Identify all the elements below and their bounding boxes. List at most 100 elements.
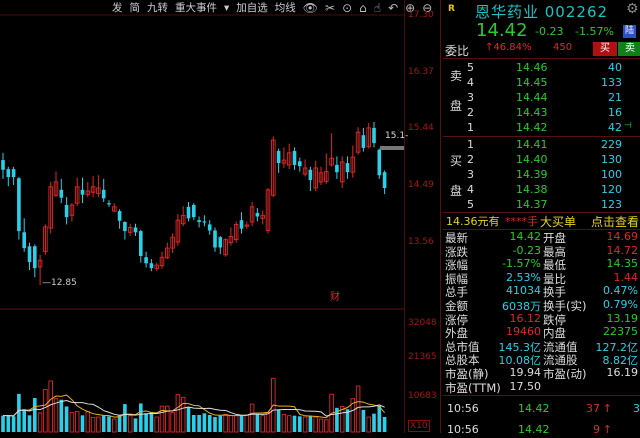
up-arrow-icon: ↑ (602, 423, 612, 436)
candle-body (133, 227, 138, 233)
volume-bar (170, 412, 175, 433)
volume-bar (33, 397, 37, 432)
volume-bar (117, 415, 122, 432)
stat-value: -0.23 (512, 243, 541, 257)
sell-level-row: 1 14.42 42 (443, 121, 640, 136)
candle-body (123, 221, 127, 232)
volume-bar (85, 411, 91, 433)
level-number: 2 (467, 106, 474, 119)
buy-level-row: 4 14.38 120 (443, 183, 640, 198)
candle-body (149, 263, 154, 269)
level-price: 14.40 (516, 153, 548, 166)
level-volume: 21 (608, 91, 622, 104)
level-price: 14.37 (516, 198, 548, 211)
tick-extra: 3 (633, 402, 640, 415)
price-change-pct: -1.57% (575, 25, 614, 38)
volume-bar (175, 394, 181, 433)
volume-axis-label: 32048 (408, 318, 437, 328)
level-volume: 120 (601, 183, 622, 196)
volume-bar (286, 415, 292, 433)
high-price-label: 15.1- (385, 131, 409, 141)
volume-bar (6, 415, 11, 432)
level-number: 5 (467, 198, 474, 211)
volume-bar (1, 415, 5, 432)
buy-button[interactable]: 买 (593, 42, 617, 56)
candle-body (372, 127, 376, 144)
stat-value: 19460 (506, 325, 541, 339)
candle-body (192, 204, 196, 218)
tick-volume: 37 (586, 402, 600, 415)
candle-body (27, 246, 32, 263)
axis-divider (404, 0, 405, 433)
level-price: 14.44 (516, 91, 548, 104)
stat-value: 13.19 (606, 311, 639, 325)
volume-bar (361, 409, 366, 432)
volume-bar (233, 415, 239, 433)
r-mark: R (448, 4, 455, 14)
current-level-marker-icon: ⊣ (624, 121, 632, 131)
stock-title: 恩华药业 002262 (475, 3, 609, 21)
candle-body (144, 257, 148, 264)
buy-level-row: 2 14.40 130 (443, 153, 640, 168)
volume-bar (281, 413, 287, 433)
big-order-price: 14.36元有 (446, 215, 500, 228)
buy-level-row: 5 14.37 123 (443, 198, 640, 213)
divider (443, 395, 640, 396)
volume-bar (244, 414, 250, 433)
volume-bar (43, 389, 48, 433)
big-order-row[interactable]: 14.36元有 ****手 大买单 点击查看 (443, 213, 640, 229)
stat-value: 41034 (506, 284, 541, 298)
volume-bar (377, 405, 382, 432)
tick-row: 10:56 14.42 9 ↑ (443, 423, 640, 438)
candle-body (101, 189, 106, 199)
volume-bar (223, 413, 228, 433)
sell-button[interactable]: 卖 (618, 42, 640, 56)
volume-bar (96, 416, 101, 433)
sell-level-row: 5 14.46 40 (443, 61, 640, 76)
kline-chart[interactable] (0, 0, 404, 433)
candle-body (292, 150, 297, 165)
gear-icon[interactable]: ⚙ (626, 1, 639, 17)
volume-bar (324, 419, 329, 433)
level-number: 1 (467, 138, 474, 151)
buy-side-label: 盘 (450, 184, 463, 198)
financial-event-marker[interactable]: 财 (330, 288, 340, 303)
level-number: 1 (467, 121, 474, 134)
candle-body (276, 150, 281, 164)
candle-body (1, 160, 5, 170)
candle-body (361, 135, 366, 148)
stat-value: 14.69 (606, 230, 639, 243)
volume-bar (165, 405, 170, 433)
volume-bar (59, 399, 64, 432)
big-order-view-link[interactable]: 点击查看 (591, 213, 639, 230)
volume-bar (192, 414, 196, 432)
up-arrow-icon: ↑ (602, 402, 612, 415)
price-axis-label: 14.49 (408, 180, 434, 190)
volume-bar (239, 415, 244, 432)
low-price-value: 12.85 (51, 278, 77, 288)
weibi-pct: ↑46.84% (485, 42, 532, 53)
volume-bar (207, 414, 212, 432)
level-number: 5 (467, 61, 474, 74)
candle-body (207, 224, 212, 231)
volume-bar (64, 406, 69, 432)
volume-bar (197, 414, 201, 432)
volume-bar (276, 409, 281, 432)
volume-bar (48, 380, 53, 433)
volume-bar (318, 418, 324, 433)
stat-value: 16.12 (509, 311, 542, 325)
volume-bar (123, 404, 127, 432)
level-number: 3 (467, 168, 474, 181)
stat-value: 0.79% (603, 298, 638, 311)
candle-body (33, 246, 37, 269)
buy-level-row: 1 14.41 229 (443, 138, 640, 153)
volume-bar (382, 417, 387, 432)
tick-time: 10:56 (447, 423, 479, 436)
candle-body (377, 149, 382, 176)
volume-bar (308, 415, 313, 432)
candle-body (117, 211, 122, 221)
candle-body (197, 220, 201, 222)
candle-body (298, 161, 302, 167)
candle-body (139, 231, 143, 256)
level-price: 14.45 (516, 76, 548, 89)
